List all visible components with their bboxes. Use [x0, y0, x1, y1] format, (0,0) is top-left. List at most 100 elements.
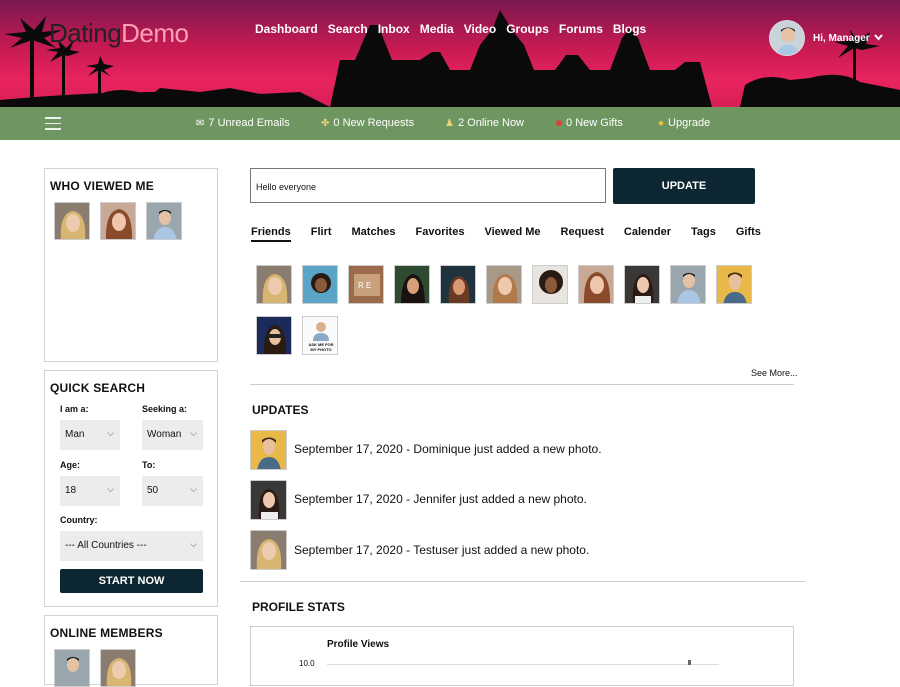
unread-emails-link[interactable]: ✉ 7 Unread Emails — [196, 117, 290, 129]
update-button[interactable]: UPDATE — [613, 168, 755, 204]
nav-blogs[interactable]: Blogs — [613, 22, 646, 36]
profile-stats-title: PROFILE STATS — [252, 600, 345, 614]
brand-logo[interactable]: DatingDemo — [49, 18, 189, 49]
nav-forums[interactable]: Forums — [559, 22, 603, 36]
see-more-link[interactable]: See More... — [751, 368, 798, 378]
nav-search[interactable]: Search — [328, 22, 368, 36]
online-members-title: ONLINE MEMBERS — [50, 626, 163, 640]
to-select[interactable]: 50 ⌵ — [142, 476, 203, 506]
i-am-value: Man — [65, 429, 85, 440]
quick-search-title: QUICK SEARCH — [50, 381, 146, 395]
tab-tags[interactable]: Tags — [691, 226, 716, 242]
svg-text:R E: R E — [358, 281, 371, 290]
i-am-select[interactable]: Man ⌵ — [60, 420, 120, 450]
chevron-down-icon: ⌵ — [190, 428, 197, 438]
start-now-button[interactable]: START NOW — [60, 569, 203, 593]
main-nav: Dashboard Search Inbox Media Video Group… — [255, 22, 656, 36]
tab-request[interactable]: Request — [561, 226, 604, 242]
seeking-select[interactable]: Woman ⌵ — [142, 420, 203, 450]
new-requests-link[interactable]: ✤ 0 New Requests — [321, 117, 414, 129]
notification-bar: ✉ 7 Unread Emails ✤ 0 New Requests ♟ 2 Onli… — [0, 107, 900, 140]
friend-thumb[interactable] — [440, 265, 476, 304]
seeking-value: Woman — [147, 429, 182, 440]
online-member-thumb[interactable] — [54, 649, 90, 687]
i-am-label: I am a: — [60, 404, 89, 414]
ask-me-for-photo-text: ASK ME FOR MY PHOTO — [308, 342, 334, 352]
friend-thumb[interactable] — [670, 265, 706, 304]
online-members-panel: ONLINE MEMBERS — [44, 615, 218, 687]
tab-calender[interactable]: Calender — [624, 226, 671, 242]
upgrade-link[interactable]: ● Upgrade — [658, 117, 710, 129]
friend-thumb[interactable] — [716, 265, 752, 304]
update-thumb[interactable] — [250, 530, 287, 570]
envelope-icon: ✉ — [196, 117, 205, 129]
status-input[interactable]: Hello everyone — [250, 168, 606, 203]
friend-thumb[interactable] — [532, 265, 568, 304]
age-label: Age: — [60, 460, 80, 470]
update-item: September 17, 2020 - Jennifer just added… — [294, 492, 587, 506]
temple-silhouette — [0, 10, 900, 107]
update-item: September 17, 2020 - Dominique just adde… — [294, 442, 602, 456]
friend-thumb[interactable] — [302, 265, 338, 304]
online-member-thumb[interactable] — [100, 649, 136, 687]
upgrade-label: Upgrade — [668, 117, 711, 129]
chevron-down-icon: ⌵ — [190, 539, 197, 549]
friend-thumb[interactable] — [394, 265, 430, 304]
handshake-icon: ✤ — [321, 117, 330, 129]
viewer-thumb[interactable] — [146, 202, 182, 240]
tab-favorites[interactable]: Favorites — [416, 226, 465, 242]
chart-title: Profile Views — [327, 639, 390, 650]
nav-groups[interactable]: Groups — [506, 22, 549, 36]
tab-flirt[interactable]: Flirt — [311, 226, 332, 242]
chevron-down-icon: ⌵ — [107, 428, 114, 438]
divider — [250, 384, 794, 385]
tab-viewed-me[interactable]: Viewed Me — [484, 226, 540, 242]
online-now-label: 2 Online Now — [457, 117, 525, 129]
tab-matches[interactable]: Matches — [352, 226, 396, 242]
updates-title: UPDATES — [252, 403, 309, 417]
coins-icon: ● — [658, 117, 665, 129]
nav-dashboard[interactable]: Dashboard — [255, 22, 318, 36]
update-thumb[interactable] — [250, 430, 287, 470]
chart-line-mark — [688, 660, 691, 665]
age-value: 18 — [65, 485, 77, 496]
to-value: 50 — [147, 485, 159, 496]
brand-part1: Dating — [49, 18, 122, 48]
online-now-link[interactable]: ♟ 2 Online Now — [445, 117, 524, 129]
update-item: September 17, 2020 - Testuser just added… — [294, 543, 590, 557]
update-thumb[interactable] — [250, 480, 287, 520]
person-icon: ♟ — [445, 117, 454, 129]
nav-video[interactable]: Video — [464, 22, 496, 36]
user-greeting: Hi, Manager — [813, 32, 870, 44]
friend-thumb[interactable] — [256, 316, 292, 355]
friend-thumb[interactable] — [256, 265, 292, 304]
new-gifts-label: 0 New Gifts — [566, 117, 623, 129]
country-select[interactable]: --- All Countries --- ⌵ — [60, 531, 203, 561]
hamburger-menu-icon[interactable] — [45, 117, 61, 134]
age-select[interactable]: 18 ⌵ — [60, 476, 120, 506]
viewer-thumb[interactable] — [54, 202, 90, 240]
profile-tabs: Friends Flirt Matches Favorites Viewed M… — [251, 226, 781, 242]
new-requests-label: 0 New Requests — [333, 117, 415, 129]
viewer-thumb[interactable] — [100, 202, 136, 240]
tab-friends[interactable]: Friends — [251, 226, 291, 242]
no-photo-thumb[interactable]: ASK ME FOR MY PHOTO — [302, 316, 338, 355]
avatar[interactable] — [769, 20, 805, 56]
country-value: --- All Countries --- — [65, 540, 147, 551]
nav-media[interactable]: Media — [420, 22, 454, 36]
chevron-down-icon — [873, 33, 883, 44]
friend-thumb[interactable] — [578, 265, 614, 304]
who-viewed-title: WHO VIEWED ME — [50, 179, 154, 193]
nav-inbox[interactable]: Inbox — [378, 22, 410, 36]
to-label: To: — [142, 460, 156, 470]
friend-thumb[interactable]: R E — [348, 265, 384, 304]
tab-gifts[interactable]: Gifts — [736, 226, 761, 242]
quick-search-panel: QUICK SEARCH I am a: Seeking a: Man ⌵ Wom… — [44, 370, 218, 607]
friend-thumb[interactable] — [624, 265, 660, 304]
divider — [240, 581, 805, 582]
seeking-label: Seeking a: — [142, 404, 188, 414]
friend-thumb[interactable] — [486, 265, 522, 304]
new-gifts-link[interactable]: ■ 0 New Gifts — [556, 117, 623, 129]
profile-views-chart: Profile Views 10.0 — [250, 626, 794, 686]
user-menu[interactable]: Hi, Manager — [769, 20, 883, 56]
